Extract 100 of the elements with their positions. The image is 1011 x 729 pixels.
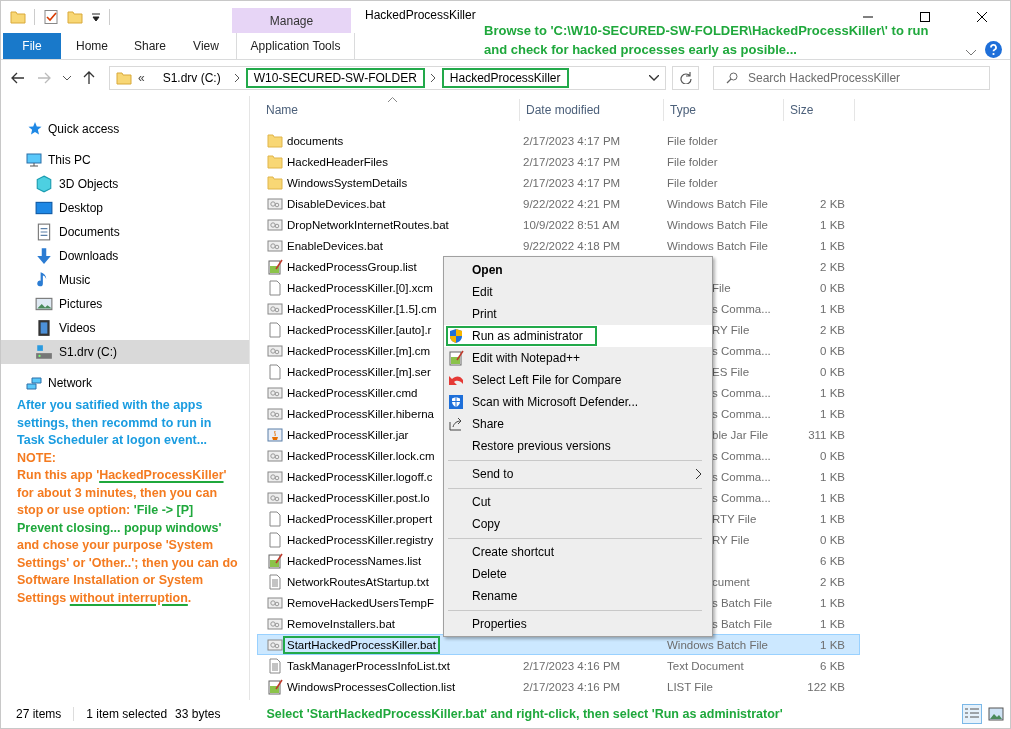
breadcrumb[interactable]: S1.drv (C:) xyxy=(154,68,229,88)
date-cell: 2/17/2023 4:17 PM xyxy=(523,176,621,189)
file-name[interactable]: HackedProcessGroup.list xyxy=(287,259,417,274)
file-name[interactable]: HackedProcessKiller.hiberna xyxy=(287,406,435,421)
shield-icon xyxy=(448,328,464,344)
file-name[interactable]: HackedProcessKiller.lock.cm xyxy=(287,448,435,463)
menu-item[interactable]: Properties xyxy=(444,613,712,635)
date-cell: 2/17/2023 4:16 PM xyxy=(523,659,621,672)
large-icons-view-button[interactable] xyxy=(986,704,1006,724)
notepad-icon xyxy=(267,552,283,569)
menu-item[interactable]: Print xyxy=(444,303,712,325)
menu-item[interactable]: Edit with Notepad++ xyxy=(444,347,712,369)
file-name[interactable]: HackedProcessKiller.propert xyxy=(287,511,433,526)
file-name[interactable]: HackedProcessKiller.[m].ser xyxy=(287,364,431,379)
file-name[interactable]: HackedProcessKiller.registry xyxy=(287,532,434,547)
nav-item[interactable]: This PC xyxy=(1,148,249,172)
ribbon-tab[interactable]: Home xyxy=(61,33,119,59)
nav-item[interactable]: Downloads xyxy=(1,244,249,268)
back-icon[interactable] xyxy=(11,72,25,84)
picture-icon xyxy=(988,707,1004,721)
selected-row[interactable]: StartHackedProcessKiller.bat Windows Batch File 1 KB xyxy=(257,634,860,655)
nav-item[interactable]: S1.drv (C:) xyxy=(1,340,249,364)
ribbon-tab[interactable]: File xyxy=(3,33,61,59)
file-name[interactable]: NetworkRoutesAtStartup.txt xyxy=(287,574,429,589)
breadcrumb[interactable]: W10-SECURED-SW-FOLDER xyxy=(245,68,425,88)
file-name[interactable]: RemoveHackedUsersTempF xyxy=(287,595,434,610)
file-name[interactable]: HackedProcessKiller.logoff.c xyxy=(287,469,433,484)
file-name[interactable]: HackedProcessKiller.[m].cm xyxy=(287,343,431,358)
overflow-chevrons[interactable]: « xyxy=(138,71,145,85)
file-name[interactable]: WindowsProcessesCollection.list xyxy=(287,679,456,694)
menu-item[interactable]: Share xyxy=(444,413,712,435)
size-cell: 1 KB xyxy=(820,407,845,420)
nav-item[interactable]: Desktop xyxy=(1,196,249,220)
column-header[interactable]: Date modified xyxy=(520,99,664,121)
refresh-button[interactable] xyxy=(672,66,699,90)
file-name[interactable]: WindowsSystemDetails xyxy=(287,175,408,190)
size-cell: 1 KB xyxy=(820,638,845,651)
folder-icon xyxy=(267,174,283,191)
file-name[interactable]: RemoveInstallers.bat xyxy=(287,616,396,631)
file-name[interactable]: HackedHeaderFiles xyxy=(287,154,388,169)
size-cell: 1 KB xyxy=(820,302,845,315)
address-bar[interactable]: « S1.drv (C:) W10-SECURED-SW-FOLDER HackedProcessKiller xyxy=(109,66,666,90)
file-name[interactable]: documents xyxy=(287,133,344,148)
nav-item[interactable]: Documents xyxy=(1,220,249,244)
file-name[interactable]: HackedProcessKiller.jar xyxy=(287,427,409,442)
list-icon xyxy=(964,707,980,721)
menu-item[interactable]: Send to xyxy=(444,463,712,485)
gears-file-icon xyxy=(267,615,283,632)
menu-item[interactable]: Open xyxy=(444,259,712,281)
file-name[interactable]: DropNetworkInternetRoutes.bat xyxy=(287,217,449,232)
menu-item[interactable]: Cut xyxy=(444,491,712,513)
menu-item[interactable]: Delete xyxy=(444,563,712,585)
download-icon xyxy=(35,247,53,265)
chevron-down-icon[interactable] xyxy=(649,75,659,81)
column-header[interactable]: Size xyxy=(784,99,855,121)
file-name[interactable]: HackedProcessKiller.cmd xyxy=(287,385,418,400)
shield-icon xyxy=(448,394,464,410)
nav-item[interactable]: Network xyxy=(1,371,249,395)
type-cell: s Comma... xyxy=(712,407,771,420)
type-cell: s Comma... xyxy=(712,470,771,483)
chevron-right-icon[interactable] xyxy=(430,74,436,82)
nav-item[interactable]: Music xyxy=(1,268,249,292)
file-name[interactable]: StartHackedProcessKiller.bat xyxy=(285,637,438,652)
file-name[interactable]: DisableDevices.bat xyxy=(287,196,386,211)
file-name[interactable]: HackedProcessKiller.[1.5].cm xyxy=(287,301,437,316)
file-name[interactable]: HackedProcessKiller.[0].xcm xyxy=(287,280,433,295)
menu-item[interactable]: Edit xyxy=(444,281,712,303)
size-cell: 1 KB xyxy=(820,470,845,483)
dropdown-icon[interactable] xyxy=(63,75,71,81)
menu-item[interactable]: Rename xyxy=(444,585,712,607)
column-header[interactable]: Type xyxy=(664,99,784,121)
dropdown-icon[interactable] xyxy=(91,12,101,22)
search-field[interactable]: Search HackedProcessKiller xyxy=(713,66,990,90)
file-name[interactable]: EnableDevices.bat xyxy=(287,238,383,253)
menu-item[interactable]: Copy xyxy=(444,513,712,535)
file-name[interactable]: HackedProcessKiller.[auto].r xyxy=(287,322,432,337)
search-icon xyxy=(726,72,738,84)
menu-item[interactable]: Select Left File for Compare xyxy=(444,369,712,391)
ribbon-tab[interactable]: View xyxy=(177,33,235,59)
file-name[interactable]: HackedProcessNames.list xyxy=(287,553,422,568)
nav-item[interactable]: Videos xyxy=(1,316,249,340)
nav-item[interactable]: Pictures xyxy=(1,292,249,316)
menu-item[interactable]: Scan with Microsoft Defender... xyxy=(444,391,712,413)
chevron-right-icon[interactable] xyxy=(234,74,240,82)
column-header[interactable]: Name xyxy=(257,99,520,121)
breadcrumb[interactable]: HackedProcessKiller xyxy=(441,68,569,88)
ribbon-tab[interactable]: Share xyxy=(119,33,177,59)
menu-item[interactable]: Run as administrator xyxy=(444,325,712,347)
menu-item[interactable]: Restore previous versions xyxy=(444,435,712,457)
nav-item[interactable]: Quick access xyxy=(1,117,249,141)
file-name[interactable]: HackedProcessKiller.post.lo xyxy=(287,490,430,505)
checklist-icon[interactable] xyxy=(43,9,59,25)
ribbon-tab[interactable]: Application Tools xyxy=(236,33,355,59)
file-name[interactable]: TaskManagerProcessInfoList.txt xyxy=(287,658,450,673)
size-cell: 1 KB xyxy=(820,218,845,231)
menu-item[interactable]: Create shortcut xyxy=(444,541,712,563)
help-icon[interactable] xyxy=(985,40,1002,58)
folder-icon xyxy=(267,132,283,149)
nav-item[interactable]: 3D Objects xyxy=(1,172,249,196)
up-icon[interactable] xyxy=(83,71,95,85)
